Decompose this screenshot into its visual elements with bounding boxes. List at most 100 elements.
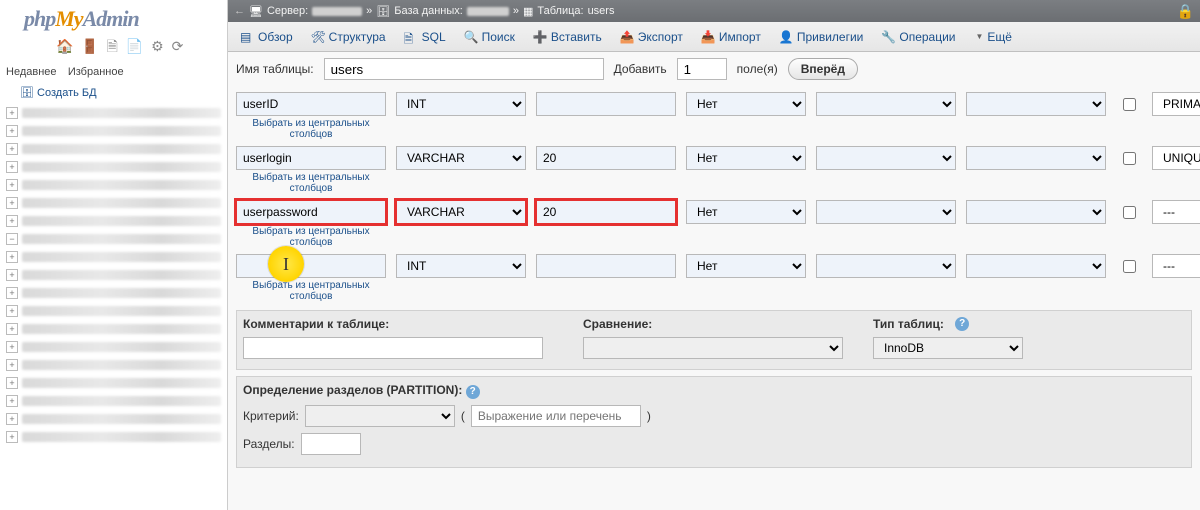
collation-select[interactable] [583, 337, 843, 359]
pick-central-link[interactable]: Выбрать из центральных столбцов [236, 118, 386, 140]
tree-item[interactable]: + [6, 393, 221, 409]
column-type-select[interactable]: VARCHAR [396, 146, 526, 170]
tree-item[interactable]: + [6, 375, 221, 391]
help-icon[interactable]: ? [955, 317, 969, 331]
expand-toggle-icon[interactable]: + [6, 377, 18, 389]
tree-item[interactable]: + [6, 159, 221, 175]
docs-icon[interactable]: 📄 [126, 38, 143, 54]
column-attributes-select[interactable] [966, 254, 1106, 278]
expand-toggle-icon[interactable]: + [6, 413, 18, 425]
pick-central-link[interactable]: Выбрать из центральных столбцов [236, 172, 386, 194]
tree-item[interactable]: + [6, 321, 221, 337]
column-length-input[interactable] [536, 146, 676, 170]
tab-export[interactable]: 📤Экспорт [612, 27, 691, 47]
help-icon[interactable]: ? [466, 385, 480, 399]
expand-toggle-icon[interactable]: + [6, 197, 18, 209]
column-length-input[interactable] [536, 254, 676, 278]
expand-toggle-icon[interactable]: + [6, 125, 18, 137]
expand-toggle-icon[interactable]: + [6, 179, 18, 191]
tab-search[interactable]: 🔍Поиск [456, 27, 523, 47]
tree-item[interactable]: + [6, 213, 221, 229]
tree-item[interactable]: + [6, 177, 221, 193]
expand-toggle-icon[interactable]: + [6, 107, 18, 119]
tree-item[interactable]: + [6, 285, 221, 301]
exit-icon[interactable]: 🚪 [81, 38, 98, 54]
expand-toggle-icon[interactable]: + [6, 251, 18, 263]
add-columns-input[interactable] [677, 58, 727, 80]
table-comment-input[interactable] [243, 337, 543, 359]
expand-toggle-icon[interactable]: + [6, 431, 18, 443]
column-type-select[interactable]: VARCHAR [396, 200, 526, 224]
column-index-select[interactable]: --- [1152, 254, 1200, 278]
tree-item[interactable]: + [6, 249, 221, 265]
table-name-input[interactable] [324, 58, 604, 80]
expand-toggle-icon[interactable]: + [6, 143, 18, 155]
tree-item[interactable]: + [6, 123, 221, 139]
expand-toggle-icon[interactable]: + [6, 323, 18, 335]
expand-toggle-icon[interactable]: + [6, 269, 18, 281]
column-collation-select[interactable] [816, 254, 956, 278]
column-ai-checkbox[interactable] [1123, 98, 1136, 111]
lock-icon[interactable]: 🔒 [1177, 3, 1194, 20]
column-null-select[interactable]: Нет [686, 254, 806, 278]
column-length-input[interactable] [536, 92, 676, 116]
expand-toggle-icon[interactable]: + [6, 287, 18, 299]
expand-toggle-icon[interactable]: − [6, 233, 18, 245]
partition-count-input[interactable] [301, 433, 361, 455]
pick-central-link[interactable]: Выбрать из центральных столбцов [236, 226, 386, 248]
gear-icon[interactable]: ⚙ [151, 38, 164, 54]
expand-toggle-icon[interactable]: + [6, 305, 18, 317]
column-null-select[interactable]: Нет [686, 146, 806, 170]
engine-select[interactable]: InnoDB [873, 337, 1023, 359]
crumb-table-name[interactable]: users [588, 5, 615, 17]
tab-import[interactable]: 📥Импорт [693, 27, 769, 47]
tree-item[interactable]: + [6, 303, 221, 319]
tree-item[interactable]: − [6, 231, 221, 247]
back-arrow-icon[interactable]: ← [234, 5, 245, 17]
tab-browse[interactable]: ▤Обзор [232, 27, 301, 47]
tree-item[interactable]: + [6, 429, 221, 445]
column-ai-checkbox[interactable] [1123, 152, 1136, 165]
column-length-input[interactable] [536, 200, 676, 224]
tab-more[interactable]: ▼Ещё [966, 27, 1020, 47]
column-attributes-select[interactable] [966, 92, 1106, 116]
column-name-input[interactable] [236, 92, 386, 116]
expand-toggle-icon[interactable]: + [6, 395, 18, 407]
tab-insert[interactable]: ➕Вставить [525, 27, 610, 47]
tree-item[interactable]: + [6, 195, 221, 211]
crumb-db-name[interactable] [467, 7, 509, 16]
column-type-select[interactable]: INT [396, 254, 526, 278]
favorites-tab[interactable]: Избранное [68, 66, 124, 78]
column-attributes-select[interactable] [966, 200, 1106, 224]
go-button[interactable]: Вперёд [788, 58, 858, 80]
reload-icon[interactable]: ⟳ [172, 38, 184, 54]
column-name-input[interactable] [236, 200, 386, 224]
tree-item[interactable]: + [6, 357, 221, 373]
sql-icon[interactable]: 🗎 [107, 38, 118, 54]
tree-item[interactable]: + [6, 411, 221, 427]
column-index-select[interactable]: PRIMARY [1152, 92, 1200, 116]
column-collation-select[interactable] [816, 200, 956, 224]
column-collation-select[interactable] [816, 146, 956, 170]
partition-criteria-select[interactable] [305, 405, 455, 427]
tab-structure[interactable]: 🛠Структура [303, 27, 394, 47]
tree-item[interactable]: + [6, 339, 221, 355]
expand-toggle-icon[interactable]: + [6, 341, 18, 353]
column-type-select[interactable]: INT [396, 92, 526, 116]
column-ai-checkbox[interactable] [1123, 206, 1136, 219]
home-icon[interactable]: 🏠 [56, 38, 73, 54]
column-index-select[interactable]: UNIQUE [1152, 146, 1200, 170]
tab-privileges[interactable]: 👤Привилегии [771, 27, 872, 47]
crumb-server-name[interactable] [312, 7, 362, 16]
tab-operations[interactable]: 🔧Операции [873, 27, 963, 47]
column-name-input[interactable] [236, 146, 386, 170]
column-index-select[interactable]: --- [1152, 200, 1200, 224]
column-null-select[interactable]: Нет [686, 200, 806, 224]
column-collation-select[interactable] [816, 92, 956, 116]
create-db-link[interactable]: 🗄 Создать БД [20, 86, 221, 99]
tree-item[interactable]: + [6, 105, 221, 121]
tree-item[interactable]: + [6, 141, 221, 157]
expand-toggle-icon[interactable]: + [6, 359, 18, 371]
partition-expression-input[interactable] [471, 405, 641, 427]
column-name-input[interactable] [236, 254, 386, 278]
